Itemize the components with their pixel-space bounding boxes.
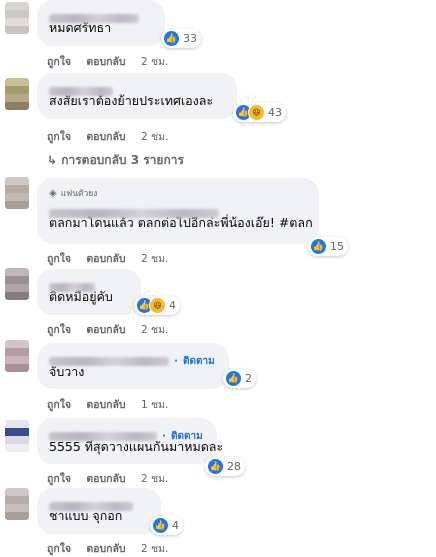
thumbs-up-icon: 👍 xyxy=(152,517,169,534)
commenter-name[interactable] xyxy=(49,87,113,96)
reaction-count[interactable]: 👍 15 xyxy=(308,237,348,256)
like-button[interactable]: ถูกใจ xyxy=(47,131,71,143)
timestamp[interactable]: 1 ชม. xyxy=(141,399,168,411)
avatar[interactable] xyxy=(5,78,29,110)
reaction-count[interactable]: 👍 😆 43 xyxy=(233,103,286,122)
comment-bubble: ติดหมือยู่คับ xyxy=(37,269,141,315)
comment-actions: ถูกใจ ตอบกลับ 2 ชม. xyxy=(47,540,180,557)
timestamp[interactable]: 2 ชม. xyxy=(141,324,168,336)
thumbs-up-icon: 👍 xyxy=(225,370,242,387)
diamond-icon: ◈ xyxy=(49,187,57,199)
timestamp[interactable]: 2 ชม. xyxy=(141,253,168,265)
haha-icon: 😆 xyxy=(248,104,265,121)
commenter-name[interactable] xyxy=(49,283,95,292)
commenter-name[interactable] xyxy=(49,14,139,23)
top-fan-badge: ◈ แฟนตัวยง xyxy=(49,187,98,200)
follow-button[interactable]: ติดตาม xyxy=(183,356,215,367)
reply-button[interactable]: ตอบกลับ xyxy=(86,131,125,143)
thumbs-up-icon: 👍 xyxy=(310,238,327,255)
timestamp[interactable]: 2 ชม. xyxy=(141,131,168,143)
reply-button[interactable]: ตอบกลับ xyxy=(86,324,125,336)
comment-bubble: · ติดตาม 5555 ที่สุดวางแผนกันมาหมดละ xyxy=(37,418,223,464)
view-replies-link[interactable]: ↳ การตอบกลับ 3 รายการ xyxy=(47,151,184,170)
commenter-name[interactable] xyxy=(49,357,169,366)
comment-actions: ถูกใจ ตอบกลับ 2 ชม. xyxy=(47,321,180,338)
avatar[interactable] xyxy=(5,420,29,452)
comment-actions: ถูกใจ ตอบกลับ 2 ชม. xyxy=(47,250,180,267)
reaction-count[interactable]: 👍 2 xyxy=(223,369,256,388)
avatar[interactable] xyxy=(5,2,29,34)
reply-arrow-icon: ↳ xyxy=(47,153,62,167)
comment-actions: ถูกใจ ตอบกลับ 2 ชม. xyxy=(47,53,180,70)
commenter-name[interactable] xyxy=(49,432,157,441)
avatar[interactable] xyxy=(5,177,29,209)
reaction-count[interactable]: 👍 😆 4 xyxy=(134,296,180,315)
like-button[interactable]: ถูกใจ xyxy=(47,543,71,555)
like-button[interactable]: ถูกใจ xyxy=(47,473,71,485)
avatar[interactable] xyxy=(5,268,29,300)
comment-bubble: ชาแบบ จุกอก xyxy=(37,488,161,534)
comment-bubble: ◈ แฟนตัวยง ตลกมาโดนแล้ว ตลกต่อไปอีกล่ะพี… xyxy=(37,178,319,244)
like-button[interactable]: ถูกใจ xyxy=(47,253,71,265)
comment-bubble: สงสัยเราต้องย้ายประเทศเองละ xyxy=(37,73,237,119)
like-button[interactable]: ถูกใจ xyxy=(47,399,71,411)
commenter-name[interactable] xyxy=(49,502,133,511)
like-button[interactable]: ถูกใจ xyxy=(47,56,71,68)
reply-button[interactable]: ตอบกลับ xyxy=(86,543,125,555)
haha-icon: 😆 xyxy=(149,297,166,314)
thumbs-up-icon: 👍 xyxy=(207,458,224,475)
timestamp[interactable]: 2 ชม. xyxy=(141,543,168,555)
timestamp[interactable]: 2 ชม. xyxy=(141,473,168,485)
thumbs-up-icon: 👍 xyxy=(163,30,180,47)
avatar[interactable] xyxy=(5,340,29,372)
comment-actions: ถูกใจ ตอบกลับ 2 ชม. xyxy=(47,470,180,487)
commenter-name[interactable] xyxy=(49,209,219,218)
reaction-count[interactable]: 👍 4 xyxy=(150,516,183,535)
reaction-count[interactable]: 👍 28 xyxy=(205,457,245,476)
comment-bubble: หมดศรัทธา xyxy=(37,0,165,46)
reply-button[interactable]: ตอบกลับ xyxy=(86,473,125,485)
reaction-count[interactable]: 👍 33 xyxy=(161,29,201,48)
comment-actions: ถูกใจ ตอบกลับ 1 ชม. xyxy=(47,396,180,413)
avatar[interactable] xyxy=(5,488,29,520)
timestamp[interactable]: 2 ชม. xyxy=(141,56,168,68)
comment-bubble: · ติดตาม จับวาง xyxy=(37,343,229,389)
reply-button[interactable]: ตอบกลับ xyxy=(86,399,125,411)
comment-actions: ถูกใจ ตอบกลับ 2 ชม. xyxy=(47,128,180,145)
reply-button[interactable]: ตอบกลับ xyxy=(86,253,125,265)
reply-button[interactable]: ตอบกลับ xyxy=(86,56,125,68)
like-button[interactable]: ถูกใจ xyxy=(47,324,71,336)
